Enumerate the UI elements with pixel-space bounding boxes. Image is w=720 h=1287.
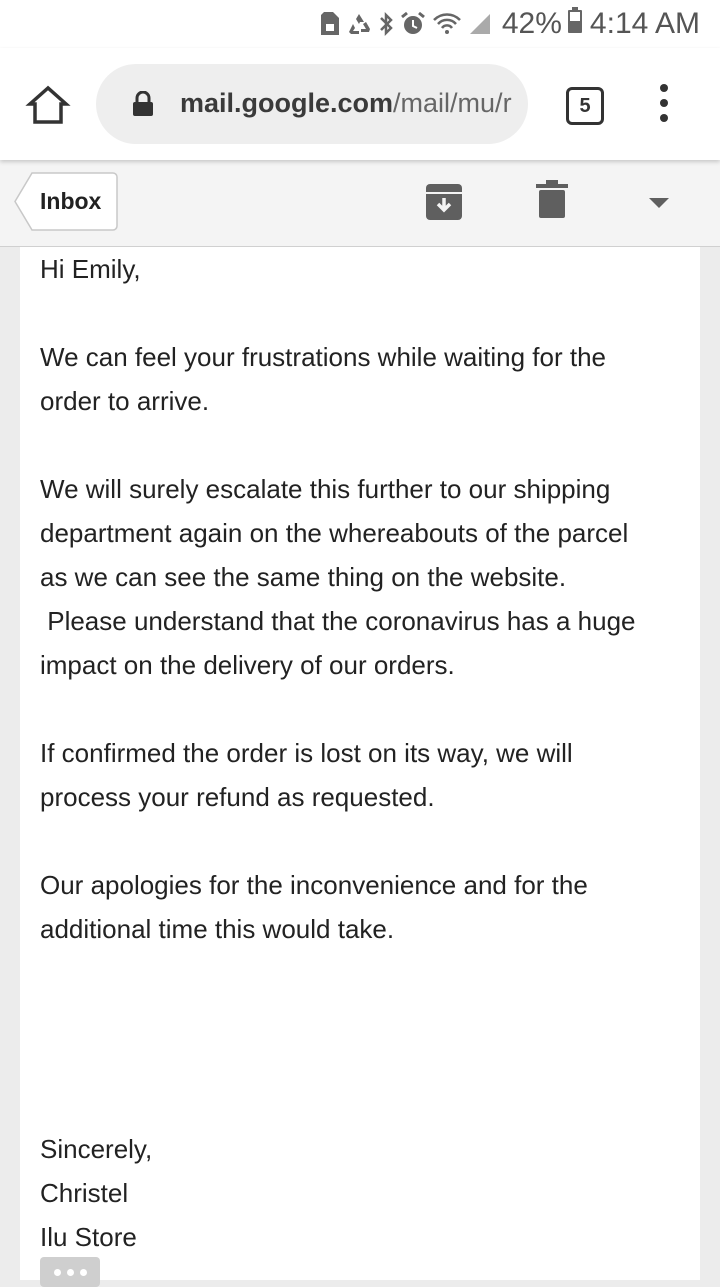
menu-dot-icon <box>660 99 668 107</box>
dot-icon <box>53 1268 61 1276</box>
more-actions-dropdown[interactable] <box>648 196 670 214</box>
email-text-line: Ilu Store <box>40 1222 137 1252</box>
inbox-back-button[interactable]: Inbox <box>14 172 118 231</box>
email-text-line: as we can see the same thing on the webs… <box>40 562 567 592</box>
address-bar[interactable]: mail.google.com/mail/mu/r <box>96 64 528 144</box>
show-trimmed-content-button[interactable] <box>40 1257 100 1287</box>
email-text-line: Hi Emily, <box>40 254 141 284</box>
email-text-line: Christel <box>40 1178 129 1208</box>
email-text-line: If confirmed the order is lost on its wa… <box>40 738 573 768</box>
inbox-label: Inbox <box>40 188 102 214</box>
url-text: mail.google.com/mail/mu/r <box>180 88 520 119</box>
dot-icon <box>66 1268 74 1276</box>
home-icon <box>25 85 71 124</box>
tab-switcher-button[interactable]: 5 <box>566 87 604 125</box>
status-icons <box>320 11 492 37</box>
clock: 4:14 AM <box>589 7 700 40</box>
email-message: Hi Emily, We can feel your frustrations w… <box>20 247 700 1287</box>
status-bar: 42% 4:14 AM <box>0 0 720 48</box>
alarm-icon <box>400 11 426 37</box>
recycle-icon <box>346 12 372 36</box>
email-body: Hi Emily, We can feel your frustrations w… <box>40 247 690 1259</box>
browser-menu-button[interactable] <box>654 84 674 124</box>
archive-icon <box>426 184 462 220</box>
email-text-line: Please understand that the coronavirus h… <box>40 606 636 636</box>
menu-dot-icon <box>660 84 668 92</box>
browser-toolbar: mail.google.com/mail/mu/r 5 <box>0 48 720 160</box>
dot-icon <box>79 1268 87 1276</box>
email-text-line: We will surely escalate this further to … <box>40 474 611 504</box>
email-text-line: order to arrive. <box>40 386 210 416</box>
battery-percent: 42% <box>501 7 562 40</box>
trash-icon <box>536 180 568 218</box>
bluetooth-icon <box>378 11 394 37</box>
lock-icon <box>133 91 153 116</box>
chevron-down-icon <box>649 198 669 208</box>
sim-icon <box>320 11 340 37</box>
email-text-line: Our apologies for the inconvenience and … <box>40 870 588 900</box>
gmail-toolbar: Inbox <box>0 160 720 247</box>
signal-icon <box>468 12 492 36</box>
home-button[interactable] <box>24 82 72 130</box>
email-text-line: additional time this would take. <box>40 914 395 944</box>
battery-icon <box>567 7 582 41</box>
url-path: /mail/mu/r <box>393 88 512 118</box>
archive-button[interactable] <box>425 183 463 226</box>
url-domain: mail.google.com <box>180 88 394 118</box>
tab-count: 5 <box>579 94 591 117</box>
email-text-line: We can feel your frustrations while wait… <box>40 342 607 372</box>
wifi-icon <box>432 12 462 36</box>
email-text-line: impact on the delivery of our orders. <box>40 650 455 680</box>
delete-button[interactable] <box>536 180 568 225</box>
email-text-line: department again on the whereabouts of t… <box>40 518 629 548</box>
email-text-line: Sincerely, <box>40 1134 153 1164</box>
menu-dot-icon <box>660 114 668 122</box>
email-text-line: process your refund as requested. <box>40 782 435 812</box>
